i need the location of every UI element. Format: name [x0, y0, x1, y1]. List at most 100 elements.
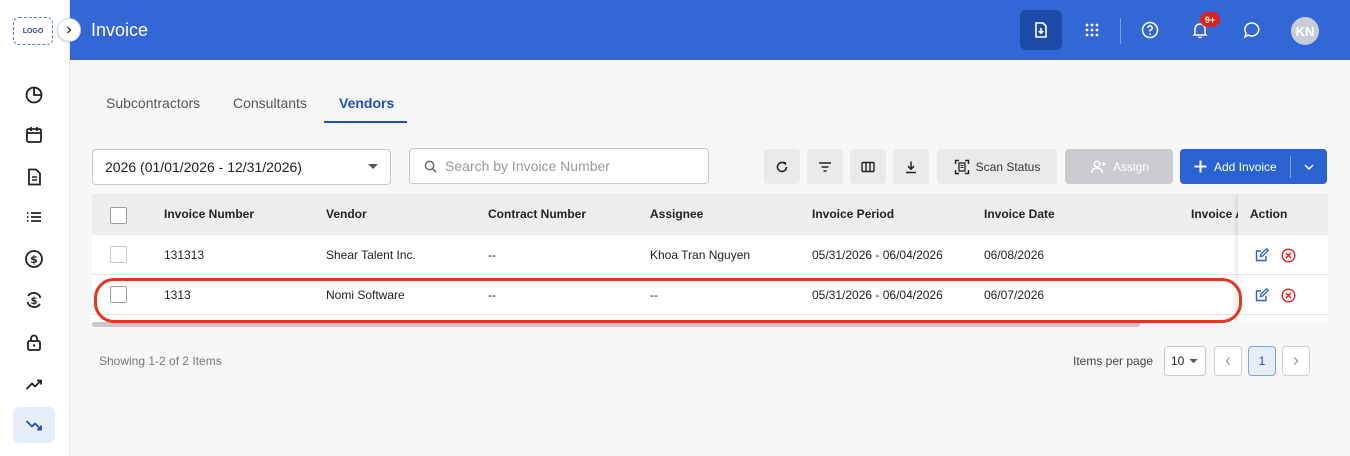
download-invoice-button[interactable] — [1020, 10, 1062, 50]
add-user-icon — [1090, 160, 1106, 173]
tab-subcontractors[interactable]: Subcontractors — [106, 95, 200, 111]
cell-invoice-number[interactable]: 1313 — [164, 288, 191, 302]
page-title: Invoice — [91, 20, 149, 40]
refresh-button[interactable] — [764, 149, 800, 184]
top-header: Invoice 9+ KN — [70, 0, 1350, 60]
caret-down-icon — [368, 164, 378, 169]
assign-button[interactable]: Assign — [1065, 149, 1173, 184]
download-icon — [906, 161, 916, 173]
tab-vendors[interactable]: Vendors — [339, 95, 394, 111]
items-per-page-value: 10 — [1171, 354, 1185, 368]
cell-assignee: Khoa Tran Nguyen — [650, 248, 751, 262]
sidebar-item-list[interactable] — [13, 199, 55, 235]
cell-invoice-number[interactable]: 131313 — [164, 248, 204, 262]
cell-invoice-date: 06/08/2026 — [984, 248, 1045, 262]
apps-button[interactable] — [1080, 18, 1104, 42]
chevron-left-icon — [1225, 357, 1230, 365]
column-header-invoice-amount[interactable]: Invoice A — [1191, 207, 1244, 221]
scan-status-label: Scan Status — [975, 159, 1041, 174]
action-column-header: Action — [1238, 194, 1328, 235]
edit-button[interactable] — [1254, 247, 1270, 263]
notification-badge: 9+ — [1200, 12, 1220, 27]
file-download-icon — [1035, 22, 1047, 38]
delete-button[interactable] — [1280, 247, 1296, 263]
row-checkbox[interactable] — [110, 246, 127, 263]
add-invoice-button[interactable]: Add Invoice — [1180, 149, 1290, 184]
caret-down-icon — [1189, 358, 1199, 363]
delete-button[interactable] — [1280, 287, 1296, 303]
table-horizontal-scrollbar[interactable] — [92, 322, 1140, 327]
user-avatar[interactable]: KN — [1291, 17, 1319, 45]
column-header-invoice-number[interactable]: Invoice Number — [164, 207, 254, 221]
edit-icon — [1255, 248, 1269, 262]
search-input[interactable] — [445, 158, 695, 174]
period-select[interactable]: 2026 (01/01/2026 - 12/31/2026) — [92, 149, 391, 185]
column-header-contract-number[interactable]: Contract Number — [488, 207, 586, 221]
sidebar-item-security[interactable] — [13, 324, 55, 360]
period-select-value: 2026 (01/01/2026 - 12/31/2026) — [105, 159, 302, 175]
invoice-table: Invoice Number Vendor Contract Number As… — [92, 194, 1328, 322]
assign-label: Assign — [1112, 159, 1150, 174]
close-circle-icon — [1280, 287, 1296, 303]
filter-icon — [819, 161, 831, 172]
main-content: Subcontractors Consultants Vendors 2026 … — [70, 60, 1350, 456]
row-checkbox[interactable] — [110, 286, 127, 303]
scan-icon — [954, 159, 969, 174]
svg-text:$: $ — [31, 296, 38, 307]
close-circle-icon — [1280, 247, 1296, 263]
sidebar-collapse-button[interactable] — [57, 18, 81, 42]
column-header-invoice-period[interactable]: Invoice Period — [812, 207, 894, 221]
items-per-page-label: Items per page — [1073, 354, 1154, 368]
sidebar-item-income[interactable] — [13, 366, 55, 402]
lock-icon — [27, 334, 41, 351]
edit-icon — [1255, 288, 1269, 302]
document-icon — [28, 168, 41, 186]
cell-vendor: Nomi Software — [326, 288, 405, 302]
plus-icon — [1194, 160, 1207, 173]
scan-status-button[interactable]: Scan Status — [937, 149, 1057, 184]
calendar-icon — [26, 127, 42, 143]
chevron-down-icon — [1304, 163, 1314, 170]
help-icon — [1141, 21, 1159, 39]
export-button[interactable] — [893, 149, 929, 184]
add-invoice-label: Add Invoice — [1214, 159, 1277, 174]
sidebar-item-calendar[interactable] — [13, 117, 55, 153]
filter-button[interactable] — [807, 149, 843, 184]
active-tab-indicator — [324, 121, 407, 123]
columns-button[interactable] — [850, 149, 886, 184]
sidebar: LOGO $ $ — [0, 0, 81, 456]
apps-grid-icon — [1085, 23, 1099, 37]
column-header-invoice-date[interactable]: Invoice Date — [984, 207, 1055, 221]
search-icon — [424, 160, 437, 173]
header-divider — [1120, 18, 1121, 44]
next-page-button[interactable] — [1282, 346, 1310, 376]
previous-page-button[interactable] — [1214, 346, 1242, 376]
items-count-text: Showing 1-2 of 2 Items — [99, 354, 222, 368]
refresh-icon — [776, 161, 788, 172]
add-invoice-split-button: Add Invoice — [1180, 149, 1327, 184]
sidebar-item-documents[interactable] — [13, 159, 55, 195]
tab-consultants[interactable]: Consultants — [233, 95, 307, 111]
sidebar-item-payments[interactable]: $ — [13, 241, 55, 277]
sidebar-item-expenses[interactable] — [13, 407, 55, 443]
select-all-checkbox[interactable] — [110, 207, 127, 224]
page-button-current[interactable]: 1 — [1248, 346, 1276, 376]
cell-contract-number: -- — [488, 248, 496, 262]
sidebar-item-billing[interactable]: $ — [13, 282, 55, 318]
svg-text:$: $ — [30, 253, 38, 266]
column-header-action: Action — [1250, 207, 1288, 221]
table-row[interactable]: 1313 Nomi Software -- -- 05/31/2026 - 06… — [92, 275, 1328, 315]
sidebar-item-dashboard[interactable] — [13, 77, 55, 113]
cell-assignee: -- — [650, 288, 658, 302]
column-header-assignee[interactable]: Assignee — [650, 207, 703, 221]
column-header-vendor[interactable]: Vendor — [326, 207, 367, 221]
dollar-icon: $ — [25, 250, 43, 268]
help-button[interactable] — [1138, 18, 1162, 42]
list-icon — [27, 212, 41, 222]
chat-button[interactable] — [1240, 18, 1264, 42]
table-row[interactable]: 131313 Shear Talent Inc. -- Khoa Tran Ng… — [92, 235, 1328, 275]
trending-down-icon — [25, 420, 42, 431]
add-invoice-dropdown-button[interactable] — [1291, 149, 1327, 184]
edit-button[interactable] — [1254, 287, 1270, 303]
items-per-page-select[interactable]: 10 — [1164, 346, 1206, 376]
